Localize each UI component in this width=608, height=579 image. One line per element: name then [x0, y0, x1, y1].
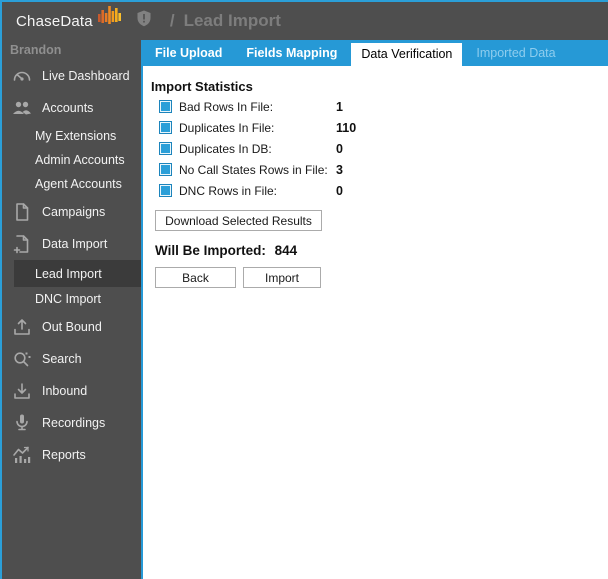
- stat-value: 0: [336, 183, 343, 198]
- will-be-imported: Will Be Imported: 844: [155, 243, 297, 258]
- stat-row-bad-rows: Bad Rows In File: 1: [143, 96, 608, 117]
- people-icon: [10, 99, 34, 117]
- microphone-icon: [10, 413, 34, 433]
- sidebar-item-accounts[interactable]: Accounts: [2, 92, 141, 124]
- sidebar-item-label: Lead Import: [35, 266, 102, 281]
- sidebar-item-data-import[interactable]: Data Import: [2, 228, 141, 260]
- duplicates-db-checkbox[interactable]: [159, 142, 172, 155]
- sidebar-item-label: Live Dashboard: [42, 69, 130, 83]
- sidebar-item-label: Data Import: [42, 237, 108, 251]
- chart-icon: [10, 445, 34, 465]
- stat-value: 110: [336, 120, 357, 135]
- dnc-rows-checkbox[interactable]: [159, 184, 172, 197]
- tab-file-upload[interactable]: File Upload: [145, 40, 232, 66]
- download-selected-results-button[interactable]: Download Selected Results: [155, 210, 322, 231]
- sidebar-item-live-dashboard[interactable]: Live Dashboard: [2, 60, 141, 92]
- sidebar-item-inbound[interactable]: Inbound: [2, 375, 141, 407]
- stat-label: No Call States Rows in File:: [179, 162, 328, 177]
- sidebar-item-label: Campaigns: [42, 205, 106, 219]
- sidebar-item-lead-import[interactable]: Lead Import: [14, 260, 141, 287]
- download-icon: [10, 381, 34, 401]
- stat-row-duplicates-db: Duplicates In DB: 0: [143, 138, 608, 159]
- tab-fields-mapping[interactable]: Fields Mapping: [236, 40, 347, 66]
- no-call-states-checkbox[interactable]: [159, 163, 172, 176]
- stat-row-duplicates-file: Duplicates In File: 110: [143, 117, 608, 138]
- stat-row-no-call-states: No Call States Rows in File: 3: [143, 159, 608, 180]
- stat-label: Bad Rows In File:: [179, 99, 274, 114]
- back-button[interactable]: Back: [155, 267, 236, 288]
- stat-label: DNC Rows in File:: [179, 183, 278, 198]
- header-bar: ChaseData / Lead Import: [2, 2, 608, 40]
- sidebar-item-label: Out Bound: [42, 320, 102, 334]
- stat-value: 0: [336, 141, 343, 156]
- sidebar-item-label: Recordings: [42, 416, 106, 430]
- sidebar-item-dnc-import[interactable]: DNC Import: [2, 287, 141, 311]
- sidebar-item-label: Accounts: [42, 101, 94, 115]
- document-plus-icon: [10, 234, 34, 254]
- sidebar: Brandon Live Dashboard Accounts My Exten…: [2, 40, 141, 579]
- app-window: ChaseData / Lead Import Brandon Live Das…: [0, 0, 608, 579]
- stat-label: Duplicates In File:: [179, 120, 275, 135]
- will-be-imported-label: Will Be Imported:: [155, 243, 266, 258]
- sidebar-item-label: DNC Import: [35, 292, 101, 306]
- import-statistics-list: Bad Rows In File: 1 Duplicates In File: …: [143, 96, 608, 201]
- will-be-imported-value: 844: [274, 243, 298, 258]
- sidebar-item-agent-accounts[interactable]: Agent Accounts: [2, 172, 141, 196]
- sidebar-item-reports[interactable]: Reports: [2, 439, 141, 471]
- sidebar-item-search[interactable]: Search: [2, 343, 141, 375]
- sidebar-item-label: Inbound: [42, 384, 88, 398]
- import-button[interactable]: Import: [243, 267, 321, 288]
- content-panel: Import Statistics Bad Rows In File: 1 Du…: [143, 66, 608, 579]
- window-border-top: [0, 0, 608, 2]
- equalizer-icon: [97, 4, 124, 33]
- sidebar-item-label: Reports: [42, 448, 86, 462]
- tab-imported-data: Imported Data: [476, 46, 556, 60]
- gauge-icon: [10, 67, 34, 85]
- sidebar-user-label: Brandon: [10, 43, 62, 57]
- duplicates-file-checkbox[interactable]: [159, 121, 172, 134]
- sidebar-item-out-bound[interactable]: Out Bound: [2, 311, 141, 343]
- page-title: Lead Import: [183, 11, 281, 30]
- sidebar-item-label: My Extensions: [35, 129, 117, 143]
- search-icon: [10, 349, 34, 369]
- breadcrumb-slash: /: [169, 11, 175, 30]
- shield-alert-icon[interactable]: [136, 10, 152, 32]
- tab-strip: File Upload Fields Mapping Data Verifica…: [143, 40, 608, 66]
- sidebar-item-label: Admin Accounts: [35, 153, 125, 167]
- stat-value: 3: [336, 162, 343, 177]
- logo-text: ChaseData: [16, 12, 93, 30]
- sidebar-item-label: Search: [42, 352, 82, 366]
- tab-data-verification[interactable]: Data Verification: [351, 43, 463, 66]
- sidebar-item-my-extensions[interactable]: My Extensions: [2, 124, 141, 148]
- stat-value: 1: [336, 99, 343, 114]
- section-title: Import Statistics: [151, 79, 253, 94]
- window-border-left: [0, 0, 2, 579]
- breadcrumb: / Lead Import: [170, 11, 281, 31]
- upload-icon: [10, 317, 34, 337]
- stat-label: Duplicates In DB:: [179, 141, 272, 156]
- sidebar-item-label: Agent Accounts: [35, 177, 122, 191]
- sidebar-item-recordings[interactable]: Recordings: [2, 407, 141, 439]
- sidebar-item-campaigns[interactable]: Campaigns: [2, 196, 141, 228]
- sidebar-item-admin-accounts[interactable]: Admin Accounts: [2, 148, 141, 172]
- bad-rows-checkbox[interactable]: [159, 100, 172, 113]
- document-icon: [10, 202, 34, 222]
- stat-row-dnc-rows: DNC Rows in File: 0: [143, 180, 608, 201]
